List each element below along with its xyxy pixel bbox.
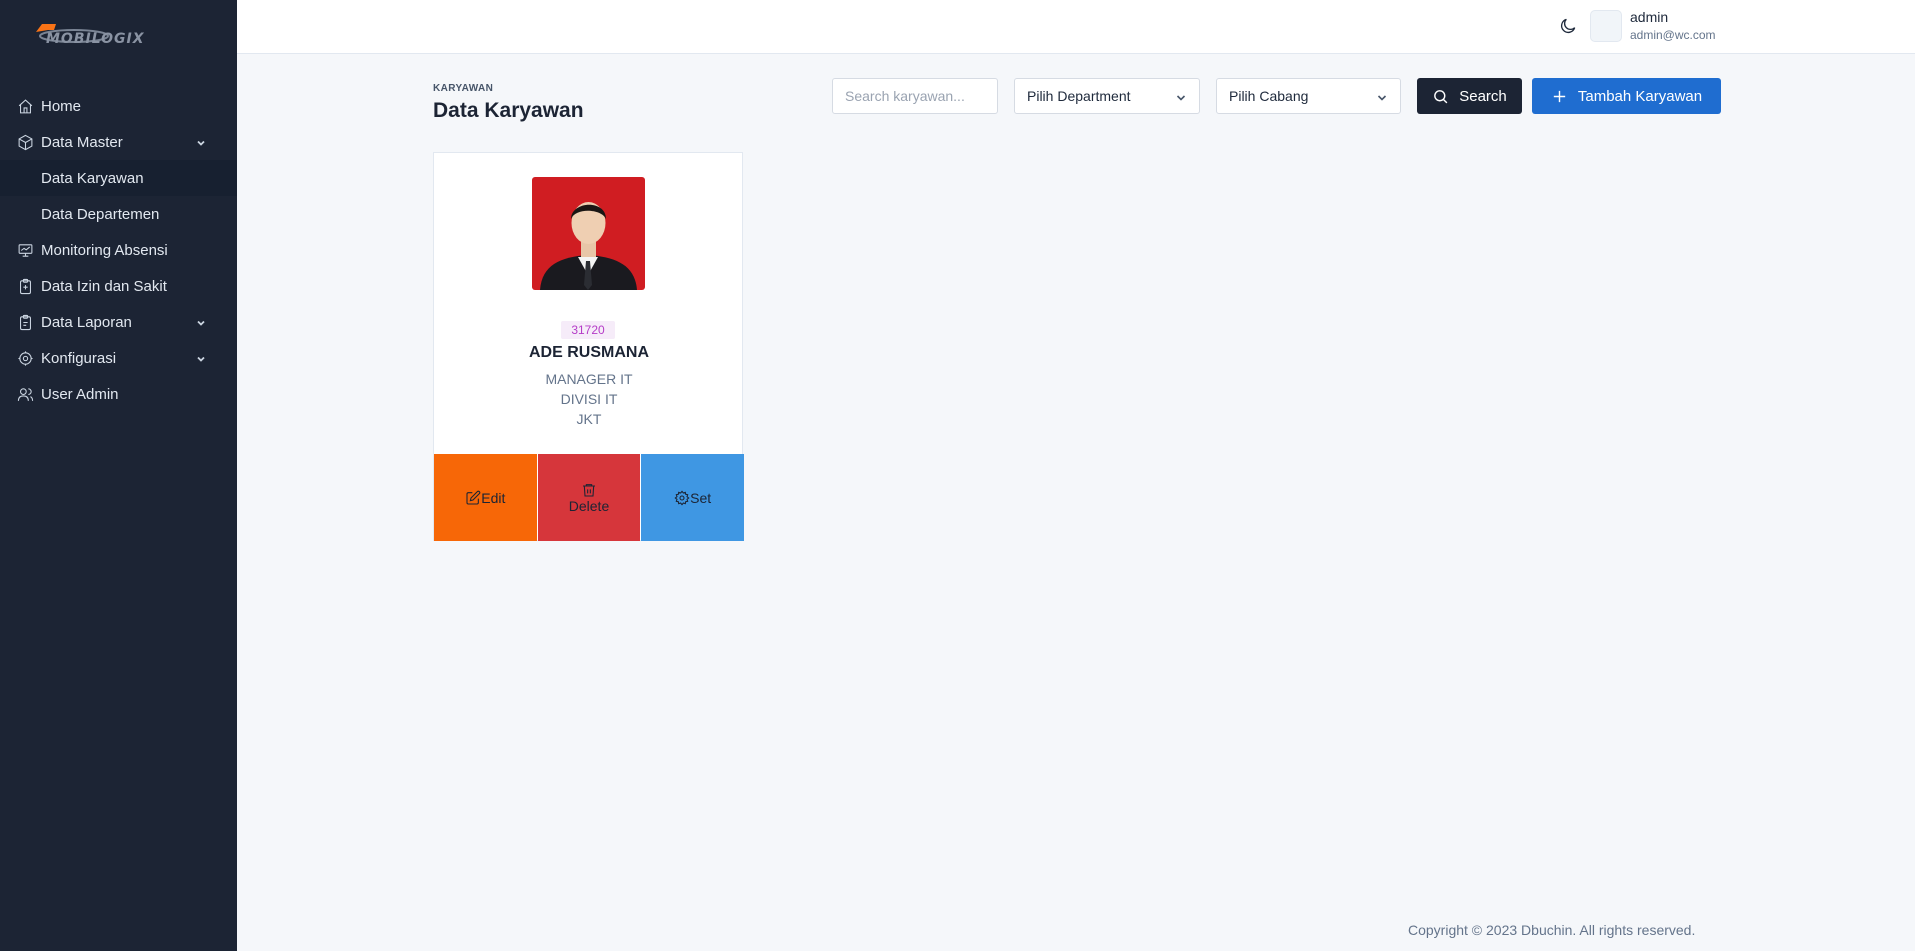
card-actions: Edit Delete Set	[434, 454, 745, 541]
user-name[interactable]: admin	[1630, 9, 1668, 25]
cube-icon	[16, 133, 34, 151]
edit-icon	[466, 490, 481, 505]
set-button-label: Set	[690, 489, 712, 506]
settings-icon	[16, 349, 34, 367]
sidebar-item-label: Data Master	[41, 133, 123, 151]
set-button[interactable]: Set	[641, 454, 745, 541]
chevron-down-icon	[195, 316, 207, 328]
brand-logo[interactable]: MOBILOGIX	[0, 0, 237, 70]
trash-icon	[583, 483, 595, 497]
delete-button-label: Delete	[568, 497, 610, 514]
chevron-down-icon	[195, 136, 207, 148]
sidebar-item-label: Monitoring Absensi	[41, 241, 168, 259]
sidebar-item-monitoring-absensi[interactable]: Monitoring Absensi	[0, 232, 237, 268]
chevron-down-icon	[1376, 91, 1388, 103]
svg-text:MOBILOGIX: MOBILOGIX	[46, 31, 145, 47]
sidebar-item-label: Data Laporan	[41, 313, 132, 331]
search-input[interactable]	[832, 78, 998, 114]
department-select[interactable]: Pilih Department	[1014, 78, 1200, 114]
sidebar-item-user-admin[interactable]: User Admin	[0, 376, 237, 412]
sidebar-item-konfigurasi[interactable]: Konfigurasi	[0, 340, 237, 376]
sidebar-nav: Home Data Master Data Karyawan Data Depa…	[0, 88, 237, 412]
sidebar-item-data-laporan[interactable]: Data Laporan	[0, 304, 237, 340]
monitor-icon	[16, 241, 34, 259]
sidebar-item-data-izin-sakit[interactable]: Data Izin dan Sakit	[0, 268, 237, 304]
users-icon	[16, 385, 34, 403]
department-select-value: Pilih Department	[1027, 88, 1131, 104]
cabang-select-value: Pilih Cabang	[1229, 88, 1309, 104]
footer-copyright: Copyright © 2023 Dbuchin. All rights res…	[1408, 922, 1696, 938]
sidebar-item-home[interactable]: Home	[0, 88, 237, 124]
sidebar-item-data-master[interactable]: Data Master	[0, 124, 237, 160]
search-icon	[1434, 89, 1448, 103]
home-icon	[16, 97, 34, 115]
cabang-select[interactable]: Pilih Cabang	[1216, 78, 1401, 114]
page-title: Data Karyawan	[433, 99, 584, 122]
clipboard-icon	[16, 277, 34, 295]
employee-name: ADE RUSMANA	[529, 344, 649, 361]
search-button[interactable]: Search	[1417, 78, 1522, 114]
add-karyawan-button[interactable]: Tambah Karyawan	[1532, 78, 1721, 114]
sidebar-item-label: Home	[41, 97, 82, 115]
user-email: admin@wc.com	[1630, 28, 1716, 42]
delete-button[interactable]: Delete	[537, 454, 641, 541]
plus-icon	[1553, 90, 1566, 102]
edit-button-label: Edit	[481, 489, 506, 506]
sidebar-item-label: Konfigurasi	[41, 349, 117, 367]
search-button-label: Search	[1459, 87, 1507, 105]
sidebar-item-data-karyawan[interactable]: Data Karyawan	[0, 160, 237, 196]
edit-button[interactable]: Edit	[434, 454, 537, 541]
sidebar-item-data-departemen[interactable]: Data Departemen	[0, 196, 237, 232]
avatar[interactable]	[1590, 10, 1622, 42]
dark-mode-toggle-icon[interactable]	[1558, 16, 1578, 36]
employee-branch: JKT	[576, 411, 602, 427]
mobilogix-logo-icon: MOBILOGIX	[36, 24, 145, 47]
employee-card: 31720 ADE RUSMANA MANAGER IT DIVISI IT J…	[433, 152, 745, 541]
employee-position: MANAGER IT	[545, 371, 633, 387]
top-header: admin admin@wc.com	[237, 0, 1915, 54]
sidebar-item-label: User Admin	[41, 385, 119, 403]
chevron-down-icon	[1175, 91, 1187, 103]
gear-icon	[674, 489, 690, 506]
add-karyawan-button-label: Tambah Karyawan	[1577, 87, 1703, 105]
sidebar-item-label: Data Izin dan Sakit	[41, 277, 167, 295]
breadcrumb: KARYAWAN	[433, 83, 494, 94]
employee-portrait-icon	[532, 177, 645, 290]
employee-id-badge: 31720	[561, 321, 615, 339]
employee-photo	[532, 177, 645, 290]
clipboard-icon	[16, 313, 34, 331]
chevron-down-icon	[195, 352, 207, 364]
employee-division: DIVISI IT	[560, 391, 618, 407]
sidebar: MOBILOGIX Home Data Master Data Karyawan…	[0, 0, 237, 951]
